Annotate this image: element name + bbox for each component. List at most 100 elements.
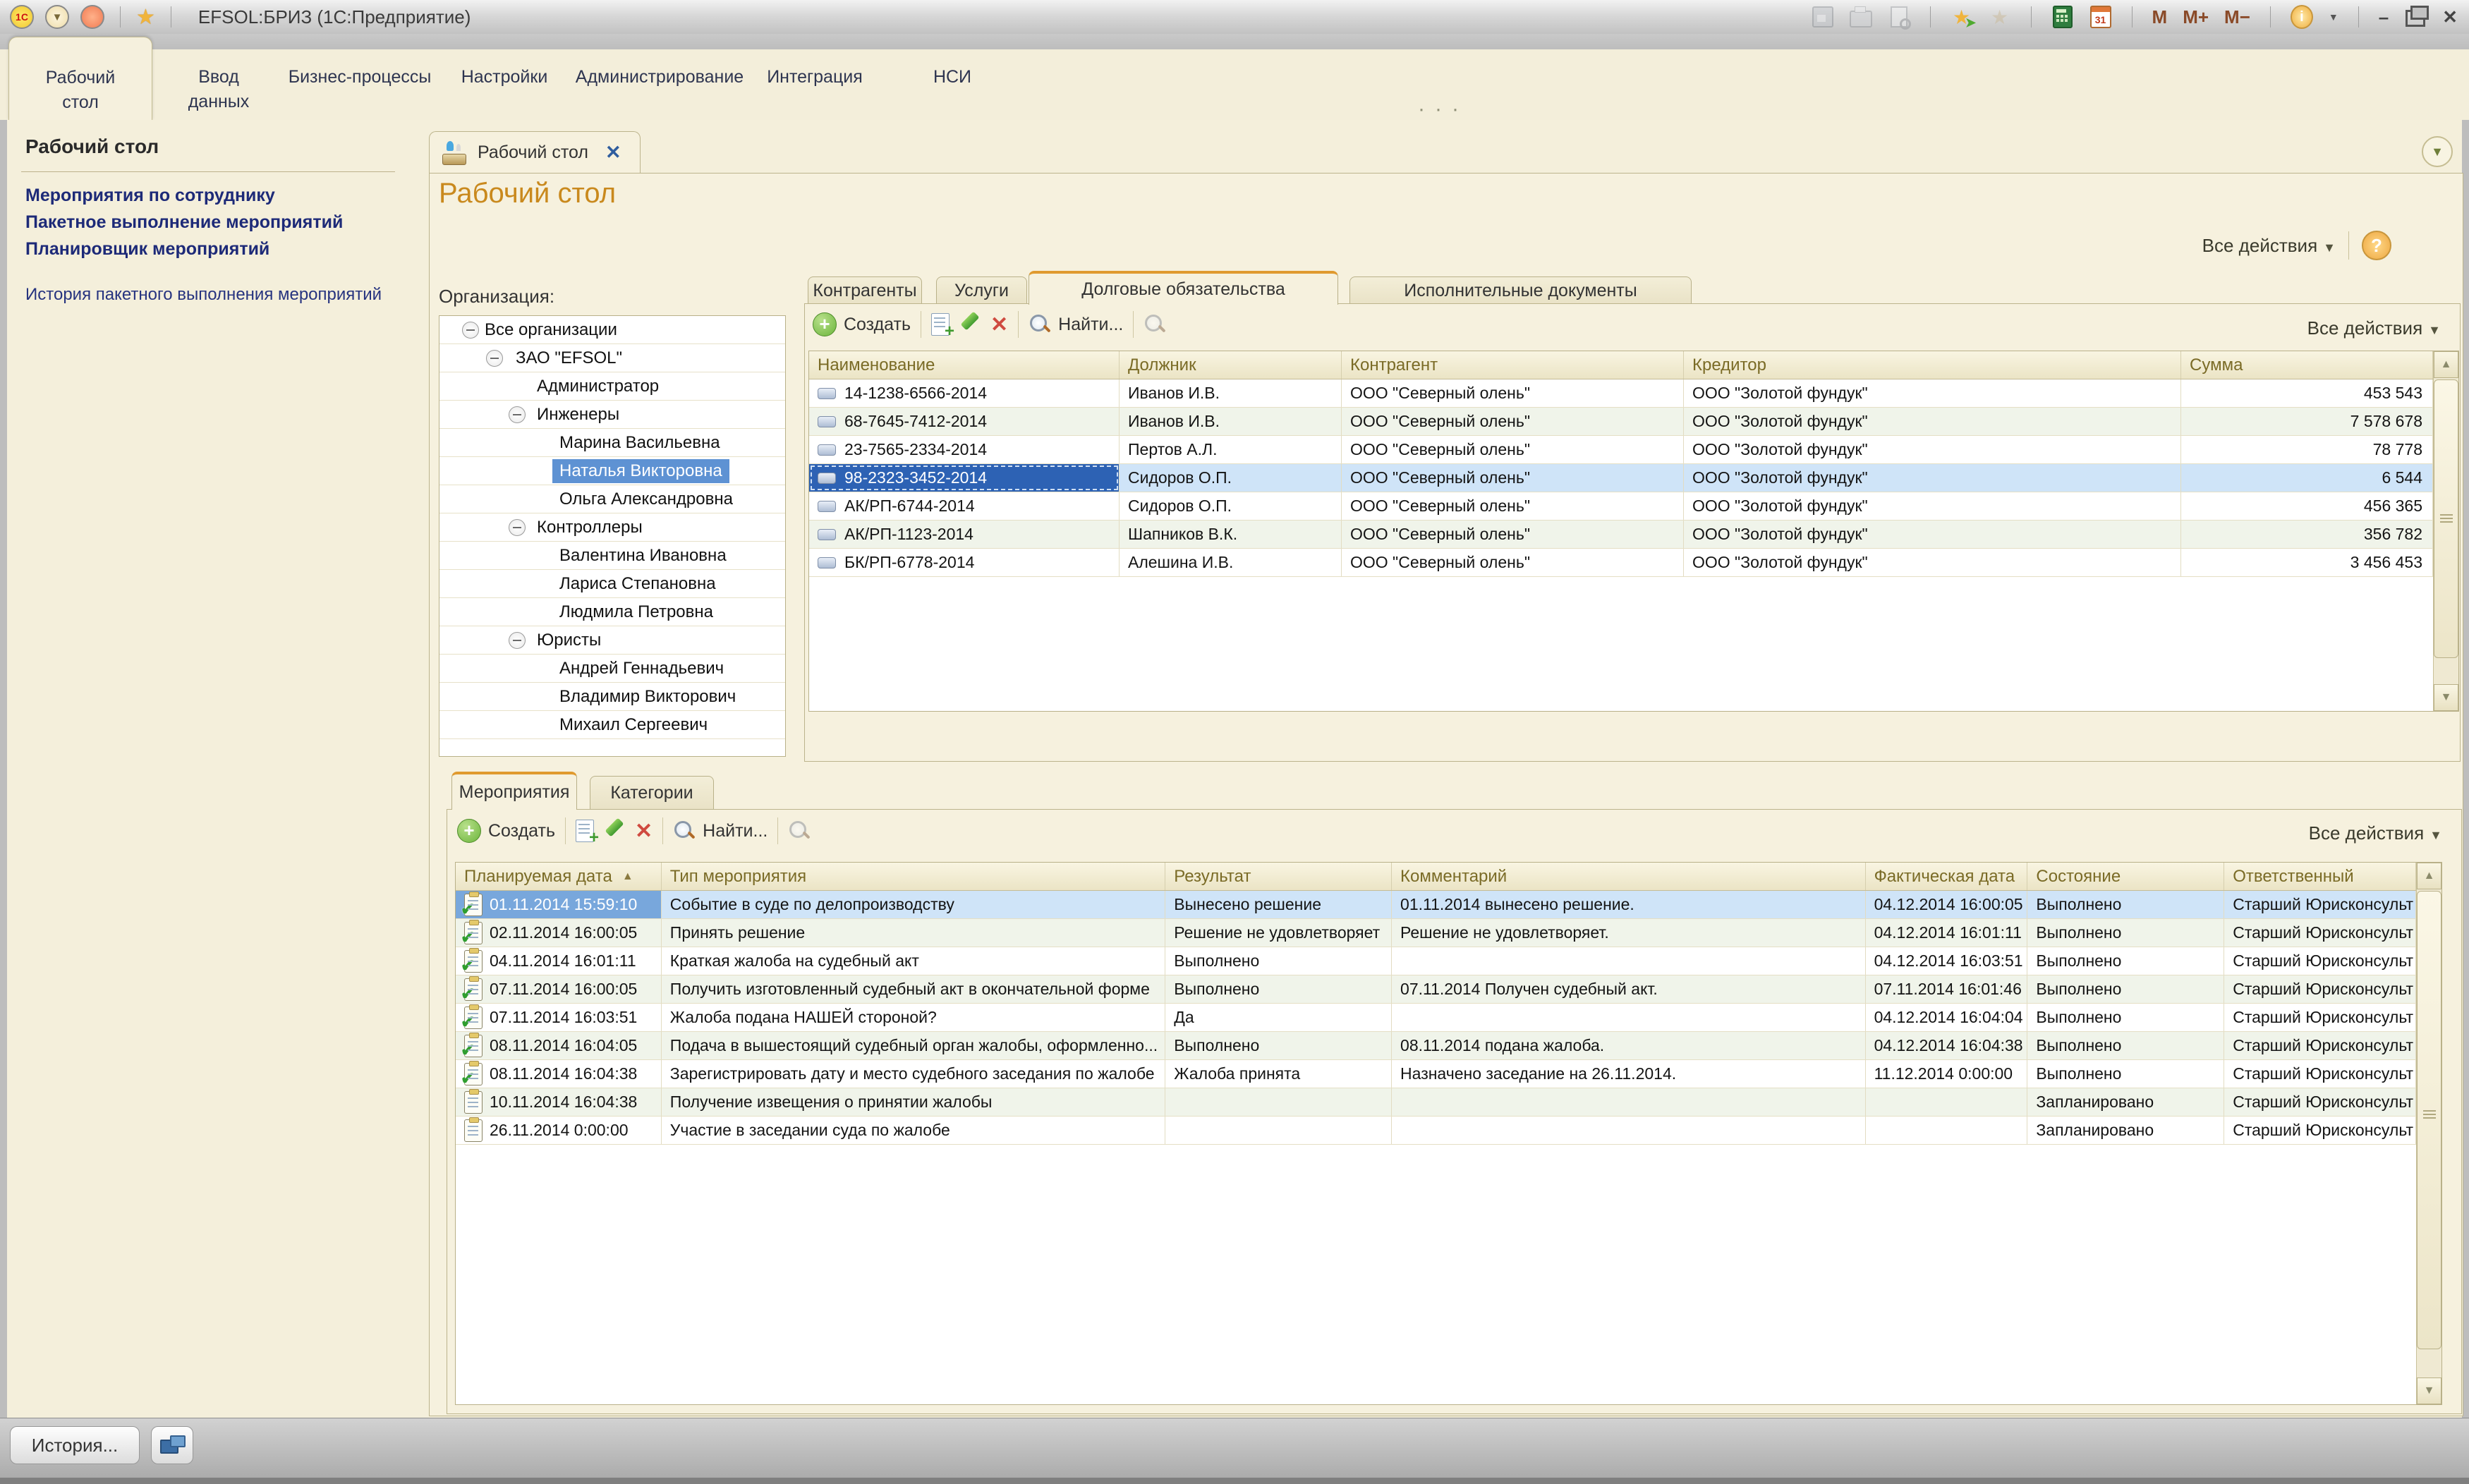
- create-button[interactable]: +Создать: [813, 312, 911, 336]
- column-header[interactable]: Наименование: [809, 351, 1120, 379]
- column-header[interactable]: Комментарий: [1392, 863, 1866, 890]
- memory-subtract-button[interactable]: M−: [2224, 6, 2250, 28]
- close-button[interactable]: ✕: [2442, 6, 2458, 28]
- scroll-thumb[interactable]: [2417, 891, 2441, 1349]
- column-header[interactable]: Кредитор: [1684, 351, 2181, 379]
- column-header[interactable]: Планируемая дата▲: [456, 863, 662, 890]
- tree-item[interactable]: Наталья Викторовна: [439, 457, 785, 485]
- create-button[interactable]: +Создать: [457, 819, 555, 843]
- all-actions-button[interactable]: Все действия▼: [2202, 235, 2336, 257]
- column-header[interactable]: Должник: [1120, 351, 1342, 379]
- add-favorite-icon[interactable]: ★➤: [1951, 6, 1973, 28]
- history-button[interactable]: История...: [10, 1426, 140, 1464]
- tab-мероприятия[interactable]: Мероприятия: [451, 772, 577, 810]
- cancel-search-icon[interactable]: [788, 820, 811, 842]
- menu-tab-администрирование[interactable]: Администрирование: [571, 65, 748, 90]
- memory-recall-button[interactable]: M: [2152, 6, 2168, 28]
- tab-list-dropdown-button[interactable]: ▼: [2422, 136, 2453, 167]
- tree-item[interactable]: Людмила Петровна: [439, 598, 785, 626]
- vertical-scrollbar[interactable]: ▲▼: [2433, 351, 2458, 711]
- tree-item[interactable]: Марина Васильевна: [439, 429, 785, 457]
- table-row[interactable]: БК/РП-6778-2014Алешина И.В.ООО "Северный…: [809, 549, 2433, 577]
- table-row[interactable]: 98-2323-3452-2014Сидоров О.П.ООО "Северн…: [809, 464, 2433, 492]
- table-row[interactable]: ✔08.11.2014 16:04:05Подача в вышестоящий…: [456, 1032, 2416, 1060]
- collapse-expander-icon[interactable]: [509, 406, 526, 423]
- column-header[interactable]: Состояние: [2027, 863, 2224, 890]
- scroll-up-button[interactable]: ▲: [2434, 351, 2458, 378]
- column-header[interactable]: Результат: [1165, 863, 1392, 890]
- tree-item[interactable]: Администратор: [439, 372, 785, 401]
- scroll-up-button[interactable]: ▲: [2417, 863, 2441, 889]
- cancel-search-icon[interactable]: [1143, 313, 1166, 336]
- 1c-logo-button[interactable]: 1С: [10, 5, 34, 29]
- scroll-down-button[interactable]: ▼: [2434, 684, 2458, 711]
- debt-all-actions-button[interactable]: Все действия▼: [2243, 317, 2441, 339]
- save-icon[interactable]: [1812, 6, 1834, 28]
- find-button[interactable]: Найти...: [1029, 313, 1123, 336]
- main-menu-button[interactable]: ▼: [45, 5, 69, 29]
- tree-item[interactable]: Валентина Ивановна: [439, 542, 785, 570]
- table-row[interactable]: АК/РП-6744-2014Сидоров О.П.ООО "Северный…: [809, 492, 2433, 521]
- sidebar-link[interactable]: Пакетное выполнение мероприятий: [25, 212, 343, 233]
- collapse-expander-icon[interactable]: [509, 632, 526, 649]
- delete-icon[interactable]: ✕: [990, 312, 1008, 337]
- sidebar-link-secondary[interactable]: История пакетного выполнения мероприятий: [25, 285, 382, 305]
- table-row[interactable]: 26.11.2014 0:00:00Участие в заседании су…: [456, 1117, 2416, 1145]
- tree-item[interactable]: Все организации: [439, 316, 785, 344]
- favorites-circle-button[interactable]: [80, 5, 104, 29]
- tree-item[interactable]: Ольга Александровна: [439, 485, 785, 513]
- sidebar-link[interactable]: Мероприятия по сотруднику: [25, 186, 275, 206]
- events-all-actions-button[interactable]: Все действия▼: [2243, 822, 2442, 844]
- favorite-icon[interactable]: ★: [1989, 6, 2011, 28]
- menu-tab-рабочий-стол[interactable]: Рабочийстол: [8, 37, 152, 121]
- table-row[interactable]: ✔07.11.2014 16:03:51Жалоба подана НАШЕЙ …: [456, 1004, 2416, 1032]
- tree-item[interactable]: Юристы: [439, 626, 785, 655]
- column-header[interactable]: Фактическая дата: [1866, 863, 2028, 890]
- table-row[interactable]: ✔08.11.2014 16:04:38Зарегистрировать дат…: [456, 1060, 2416, 1088]
- menu-tab-ввод-данных[interactable]: Вводданных: [169, 65, 268, 114]
- edit-pencil-icon[interactable]: [959, 314, 981, 335]
- tab-исполнительные-документы[interactable]: Исполнительные документы: [1349, 276, 1692, 305]
- tab-контрагенты[interactable]: Контрагенты: [808, 276, 922, 305]
- table-row[interactable]: 23-7565-2334-2014Пертов А.Л.ООО "Северны…: [809, 436, 2433, 464]
- copy-item-icon[interactable]: [931, 313, 950, 336]
- table-row[interactable]: ✔02.11.2014 16:00:05Принять решениеРешен…: [456, 919, 2416, 947]
- menu-tab-интеграция[interactable]: Интеграция: [758, 65, 871, 90]
- calculator-icon[interactable]: [2051, 6, 2074, 28]
- tree-item[interactable]: Андрей Геннадьевич: [439, 655, 785, 683]
- tree-item[interactable]: Инженеры: [439, 401, 785, 429]
- close-tab-icon[interactable]: ✕: [605, 142, 621, 164]
- column-header[interactable]: Ответственный: [2224, 863, 2416, 890]
- memory-add-button[interactable]: M+: [2183, 6, 2209, 28]
- edit-pencil-icon[interactable]: [604, 820, 625, 841]
- tree-item[interactable]: Михаил Сергеевич: [439, 711, 785, 739]
- menu-tab-бизнес-процессы[interactable]: Бизнес-процессы: [282, 65, 437, 90]
- table-row[interactable]: 14-1238-6566-2014Иванов И.В.ООО "Северны…: [809, 379, 2433, 408]
- sidebar-link[interactable]: Планировщик мероприятий: [25, 239, 269, 260]
- menu-tab-настройки[interactable]: Настройки: [451, 65, 557, 90]
- collapse-expander-icon[interactable]: [509, 519, 526, 536]
- calendar-icon[interactable]: 31: [2089, 6, 2112, 28]
- copy-item-icon[interactable]: [576, 820, 594, 842]
- tree-item[interactable]: Владимир Викторович: [439, 683, 785, 711]
- help-button[interactable]: ?: [2362, 231, 2391, 260]
- content-tab-desktop[interactable]: Рабочий стол ✕: [429, 131, 641, 174]
- info-icon[interactable]: i: [2291, 6, 2313, 28]
- table-row[interactable]: 10.11.2014 16:04:38Получение извещения о…: [456, 1088, 2416, 1117]
- column-header[interactable]: Сумма: [2181, 351, 2433, 379]
- table-row[interactable]: ✔04.11.2014 16:01:11Краткая жалоба на су…: [456, 947, 2416, 975]
- tree-item[interactable]: Контроллеры: [439, 513, 785, 542]
- tab-категории[interactable]: Категории: [590, 776, 714, 810]
- collapse-expander-icon[interactable]: [462, 322, 479, 339]
- print-icon[interactable]: [1850, 6, 1872, 28]
- tree-item[interactable]: ЗАО "EFSOL": [439, 344, 785, 372]
- scroll-thumb[interactable]: [2434, 379, 2458, 658]
- restore-button[interactable]: [2404, 6, 2427, 28]
- find-button[interactable]: Найти...: [673, 820, 768, 842]
- column-header[interactable]: Контрагент: [1342, 351, 1684, 379]
- scroll-down-button[interactable]: ▼: [2417, 1377, 2441, 1404]
- info-dropdown-arrow-icon[interactable]: ▼: [2329, 11, 2338, 23]
- print-preview-icon[interactable]: [1888, 6, 1910, 28]
- column-header[interactable]: Тип мероприятия: [662, 863, 1165, 890]
- table-row[interactable]: 68-7645-7412-2014Иванов И.В.ООО "Северны…: [809, 408, 2433, 436]
